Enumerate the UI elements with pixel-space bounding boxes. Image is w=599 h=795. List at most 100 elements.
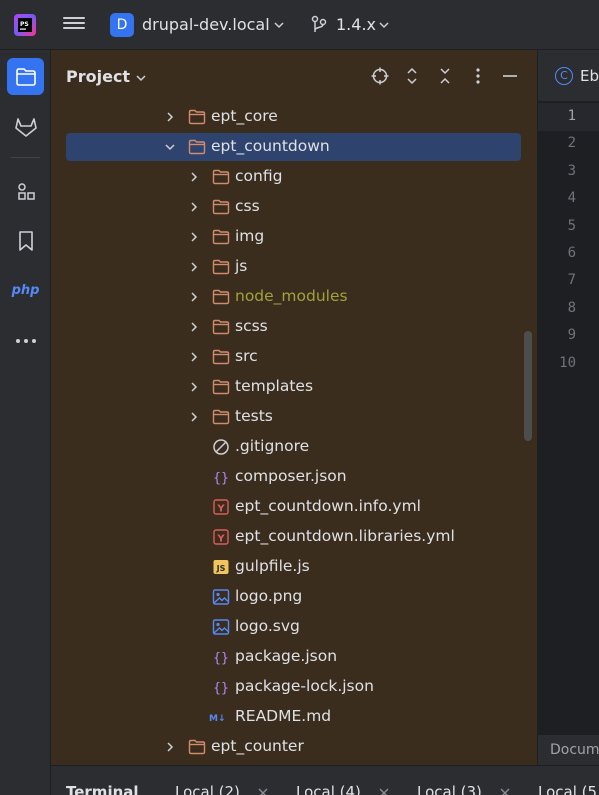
hide-panel-icon[interactable] <box>501 67 519 85</box>
chevron-right-icon[interactable] <box>188 351 200 363</box>
php-tool-button[interactable]: php <box>7 272 44 309</box>
chevron-right-icon[interactable] <box>188 231 200 243</box>
project-view-selector[interactable]: Project <box>66 67 130 86</box>
folder-icon <box>212 259 230 275</box>
tree-item-label: gulpfile.js <box>235 557 310 575</box>
bookmarks-tool-button[interactable] <box>7 222 44 259</box>
tree-item-label: ept_core <box>211 107 278 125</box>
terminal-tool-bar: Terminal Local (2) Local (4) Local (3) Loca… <box>51 765 599 795</box>
tree-folder-row[interactable]: src <box>51 342 521 372</box>
close-icon[interactable] <box>379 788 389 795</box>
line-number: 5 <box>567 217 576 234</box>
gitlab-tool-button[interactable] <box>7 108 44 145</box>
tree-scrollbar[interactable] <box>524 331 532 441</box>
terminal-title[interactable]: Terminal <box>66 783 139 795</box>
branch-selector[interactable]: 1.4.x <box>336 15 376 34</box>
collapse-all-icon[interactable] <box>436 67 454 85</box>
breadcrumb[interactable]: Docum <box>550 742 599 758</box>
project-panel: Project ept_core ept_countdownconfig css im… <box>51 50 537 765</box>
tree-item-label: node_modules <box>235 287 348 305</box>
close-icon[interactable] <box>500 788 510 795</box>
locate-file-icon[interactable] <box>371 67 389 85</box>
tree-file-row[interactable]: logo.png <box>51 582 521 612</box>
tree-folder-row[interactable]: ept_core <box>51 102 521 132</box>
tree-folder-row[interactable]: tests <box>51 402 521 432</box>
tree-folder-row[interactable]: css <box>51 192 521 222</box>
chevron-right-icon[interactable] <box>188 201 200 213</box>
more-tools-button[interactable] <box>7 322 44 359</box>
project-tool-button[interactable] <box>7 58 44 95</box>
tree-item-label: ept_countdown.libraries.yml <box>235 527 455 545</box>
folder-icon <box>188 139 206 155</box>
folder-icon <box>212 229 230 245</box>
chevron-right-icon[interactable] <box>188 171 200 183</box>
editor-area: C Eb 1 2 3 4 5 6 7 8 9 10 Docum <box>537 50 599 765</box>
tree-item-label: src <box>235 347 258 365</box>
tree-file-row[interactable]: .gitignore <box>51 432 521 462</box>
structure-tool-button[interactable] <box>7 173 44 210</box>
tree-folder-row[interactable]: img <box>51 222 521 252</box>
svg-text:Y: Y <box>216 534 225 545</box>
gitignore-icon <box>213 439 229 455</box>
tree-item-label: scss <box>235 317 268 335</box>
chevron-down-icon[interactable] <box>164 141 176 153</box>
tree-item-label: .gitignore <box>235 437 310 455</box>
project-view-chevron-down-icon[interactable] <box>135 72 147 84</box>
tree-file-row[interactable]: Yept_countdown.info.yml <box>51 492 521 522</box>
line-number: 6 <box>567 245 576 261</box>
git-branch-icon[interactable] <box>310 15 328 35</box>
folder-icon <box>212 379 230 395</box>
tree-file-row[interactable]: {} package-lock.json <box>51 672 521 702</box>
tree-file-row[interactable]: {} composer.json <box>51 462 521 492</box>
terminal-tab[interactable]: Local (3) <box>417 783 482 795</box>
terminal-tab[interactable]: Local (4) <box>296 783 361 795</box>
project-selector[interactable]: drupal-dev.local <box>142 15 270 34</box>
chevron-right-icon[interactable] <box>188 411 200 423</box>
svg-text:JS: JS <box>216 564 226 573</box>
tree-file-row[interactable]: {} package.json <box>51 642 521 672</box>
options-menu-icon[interactable] <box>469 67 487 85</box>
chevron-right-icon[interactable] <box>188 381 200 393</box>
line-number: 10 <box>559 354 576 371</box>
tree-file-row[interactable]: Yept_countdown.libraries.yml <box>51 522 521 552</box>
chevron-right-icon[interactable] <box>164 111 176 123</box>
tree-folder-row[interactable]: ept_counter <box>51 732 521 762</box>
tree-item-label: img <box>235 227 265 245</box>
folder-icon <box>15 67 36 86</box>
tree-item-label: ept_countdown <box>211 137 330 155</box>
tree-file-row[interactable]: logo.svg <box>51 612 521 642</box>
main-menu-icon[interactable] <box>63 14 85 36</box>
line-number: 9 <box>567 327 576 344</box>
editor-tab-bar: C Eb <box>538 50 599 102</box>
line-number: 2 <box>567 135 576 152</box>
stripe-separator <box>11 157 40 158</box>
tree-folder-row[interactable]: scss <box>51 312 521 342</box>
tree-folder-row[interactable]: templates <box>51 372 521 402</box>
tree-file-row[interactable]: M↓ README.md <box>51 702 521 732</box>
chevron-right-icon[interactable] <box>188 291 200 303</box>
chevron-right-icon[interactable] <box>188 321 200 333</box>
tree-folder-row[interactable]: node_modules <box>51 282 521 312</box>
expand-all-icon[interactable] <box>403 67 421 85</box>
line-number: 8 <box>567 299 576 316</box>
tree-item-label: logo.svg <box>235 617 300 635</box>
terminal-tab[interactable]: Local (2) <box>175 783 240 795</box>
chevron-right-icon[interactable] <box>188 261 200 273</box>
tree-item-label: tests <box>235 407 273 425</box>
terminal-tab[interactable]: Local (5 <box>538 783 597 795</box>
tree-folder-row[interactable]: js <box>51 252 521 282</box>
json-icon: {} <box>213 681 229 696</box>
tree-item-label: ept_counter <box>211 737 304 755</box>
chevron-right-icon[interactable] <box>164 741 176 753</box>
tree-folder-row[interactable]: config <box>51 162 521 192</box>
phpstorm-logo-icon[interactable]: PS <box>14 14 36 36</box>
branch-chevron-down-icon[interactable] <box>378 19 390 31</box>
project-chevron-down-icon[interactable] <box>273 19 285 31</box>
project-badge[interactable]: D <box>110 13 134 37</box>
tree-file-row[interactable]: JS gulpfile.js <box>51 552 521 582</box>
json-icon: {} <box>213 651 229 666</box>
close-icon[interactable] <box>258 788 268 795</box>
yaml-icon: Y <box>213 499 229 515</box>
folder-icon <box>212 199 230 215</box>
tree-folder-row[interactable]: ept_countdown <box>51 132 521 162</box>
